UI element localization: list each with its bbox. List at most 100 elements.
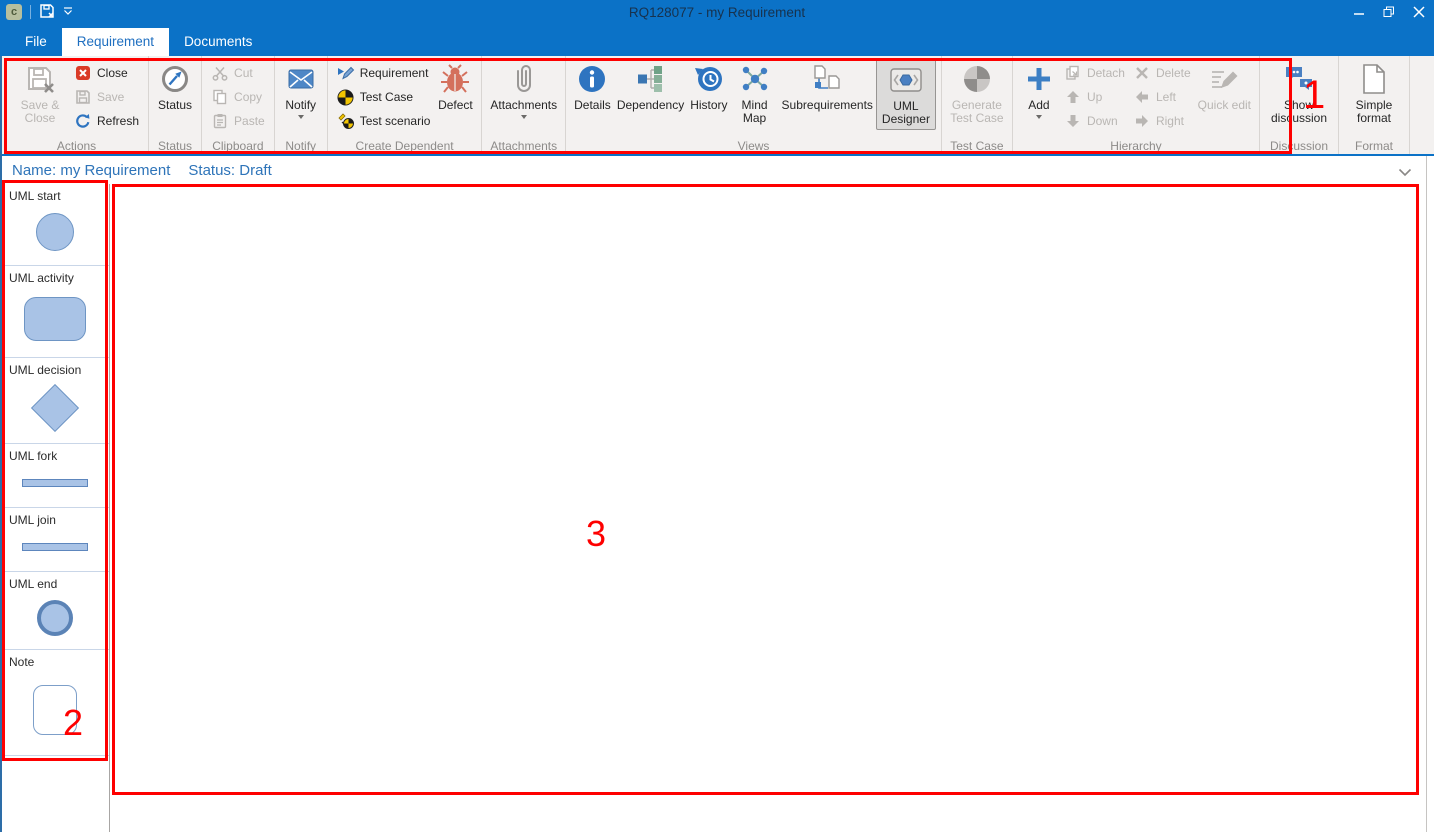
- left-label: Left: [1156, 90, 1176, 104]
- actions-small-column: Close Save Refresh: [70, 59, 143, 133]
- show-discussion-label: Show discussion: [1268, 99, 1330, 126]
- uml-decision-shape[interactable]: [30, 384, 78, 432]
- palette-item-uml-join[interactable]: UML join: [0, 508, 109, 572]
- generate-test-case-label: Generate Test Case: [950, 99, 1004, 126]
- uml-activity-shape[interactable]: [24, 297, 86, 341]
- quick-edit-icon: [1209, 61, 1239, 97]
- mind-map-button[interactable]: Mind Map: [731, 59, 779, 128]
- details-label: Details: [574, 99, 611, 112]
- ribbon-group-hierarchy: Add Detach Up Down Delete: [1013, 56, 1260, 154]
- ribbon-group-create-dependent: Requirement Test Case Test scenario Defe…: [328, 56, 483, 154]
- details-button[interactable]: Details: [571, 59, 614, 114]
- create-requirement-label: Requirement: [360, 66, 429, 80]
- tab-requirement[interactable]: Requirement: [62, 28, 169, 56]
- up-label: Up: [1087, 90, 1102, 104]
- create-test-case-button[interactable]: Test Case: [333, 85, 435, 109]
- create-test-scenario-button[interactable]: Test scenario: [333, 109, 435, 133]
- tab-documents[interactable]: Documents: [169, 28, 267, 56]
- generate-test-case-button[interactable]: Generate Test Case: [947, 59, 1007, 128]
- close-icon: [74, 65, 92, 81]
- palette-item-uml-start[interactable]: UML start: [0, 184, 109, 266]
- simple-format-button[interactable]: Simple format: [1344, 59, 1404, 128]
- uml-start-shape[interactable]: [36, 213, 74, 251]
- main-area: UML start UML activity UML decision UML …: [0, 184, 1434, 832]
- quick-access-toolbar: c: [0, 3, 73, 22]
- create-test-case-label: Test Case: [360, 90, 413, 104]
- tab-file[interactable]: File: [10, 28, 62, 56]
- minimize-icon[interactable]: [1344, 0, 1374, 24]
- status-button[interactable]: Status: [154, 59, 196, 114]
- uml-fork-shape[interactable]: [22, 479, 88, 487]
- palette-item-uml-decision[interactable]: UML decision: [0, 358, 109, 444]
- right-button[interactable]: Right: [1129, 109, 1195, 133]
- detach-label: Detach: [1087, 66, 1125, 80]
- window-title: RQ128077 - my Requirement: [0, 5, 1434, 20]
- save-and-close-label: Save & Close: [13, 99, 67, 126]
- subrequirements-button[interactable]: Subrequirements: [779, 59, 876, 114]
- left-icon: [1135, 88, 1149, 106]
- close-label: Close: [97, 66, 128, 80]
- titlebar: c RQ128077 - my Requirement: [0, 0, 1434, 24]
- uml-join-shape[interactable]: [22, 543, 88, 551]
- palette-label: UML decision: [9, 363, 109, 377]
- group-label-attachments: Attachments: [482, 139, 565, 153]
- uml-designer-button[interactable]: UML Designer: [876, 59, 936, 130]
- detach-button[interactable]: Detach: [1060, 61, 1129, 85]
- down-icon: [1064, 114, 1082, 128]
- refresh-button[interactable]: Refresh: [70, 109, 143, 133]
- left-button[interactable]: Left: [1129, 85, 1195, 109]
- uml-designer-icon: [890, 62, 922, 98]
- collapse-icon[interactable]: [1398, 164, 1412, 181]
- group-label-views: Views: [566, 139, 941, 153]
- notify-button[interactable]: Notify: [280, 59, 322, 121]
- create-requirement-button[interactable]: Requirement: [333, 61, 435, 85]
- ribbon-tabs: File Requirement Documents: [0, 24, 1434, 56]
- palette-label: UML activity: [9, 271, 109, 285]
- palette-item-note[interactable]: Note: [0, 650, 109, 756]
- notify-dropdown-caret: [298, 115, 304, 119]
- qat-save-icon[interactable]: [39, 3, 55, 22]
- ribbon-group-format: Simple format Format: [1339, 56, 1410, 154]
- test-scenario-icon: [337, 113, 355, 129]
- save-and-close-button[interactable]: Save & Close: [10, 59, 70, 128]
- create-defect-button[interactable]: Defect: [434, 59, 476, 114]
- show-discussion-button[interactable]: Show discussion: [1265, 59, 1333, 128]
- quick-edit-button[interactable]: Quick edit: [1195, 59, 1254, 114]
- right-icon: [1135, 112, 1149, 130]
- attachments-button[interactable]: Attachments: [487, 59, 560, 121]
- down-label: Down: [1087, 114, 1118, 128]
- copy-button[interactable]: Copy: [207, 85, 269, 109]
- group-label-test-case: Test Case: [942, 139, 1012, 153]
- save-close-icon: [25, 61, 55, 97]
- group-label-notify: Notify: [275, 139, 327, 153]
- history-button[interactable]: History: [687, 59, 730, 114]
- palette-item-uml-activity[interactable]: UML activity: [0, 266, 109, 358]
- palette-item-uml-end[interactable]: UML end: [0, 572, 109, 650]
- uml-end-shape[interactable]: [37, 600, 73, 636]
- cut-button[interactable]: Cut: [207, 61, 269, 85]
- delete-label: Delete: [1156, 66, 1191, 80]
- add-button[interactable]: Add: [1018, 59, 1060, 121]
- palette-item-uml-fork[interactable]: UML fork: [0, 444, 109, 508]
- copy-label: Copy: [234, 90, 262, 104]
- close-button[interactable]: Close: [70, 61, 143, 85]
- paste-icon: [211, 113, 229, 129]
- down-button[interactable]: Down: [1060, 109, 1129, 133]
- paste-button[interactable]: Paste: [207, 109, 269, 133]
- detach-icon: [1064, 65, 1082, 81]
- uml-canvas[interactable]: [110, 184, 1434, 832]
- app-icon[interactable]: c: [6, 4, 22, 20]
- note-shape[interactable]: [33, 685, 77, 735]
- simple-format-label: Simple format: [1347, 99, 1401, 126]
- close-window-icon[interactable]: [1404, 0, 1434, 24]
- cut-icon: [211, 65, 229, 81]
- group-label-clipboard: Clipboard: [202, 139, 274, 153]
- qat-expand-icon[interactable]: [63, 5, 73, 19]
- restore-icon[interactable]: [1374, 0, 1404, 24]
- delete-button[interactable]: Delete: [1129, 61, 1195, 85]
- quick-edit-label: Quick edit: [1198, 99, 1251, 112]
- save-button[interactable]: Save: [70, 85, 143, 109]
- dependency-button[interactable]: Dependency: [614, 59, 687, 114]
- create-dependent-column: Requirement Test Case Test scenario: [333, 59, 435, 133]
- up-button[interactable]: Up: [1060, 85, 1129, 109]
